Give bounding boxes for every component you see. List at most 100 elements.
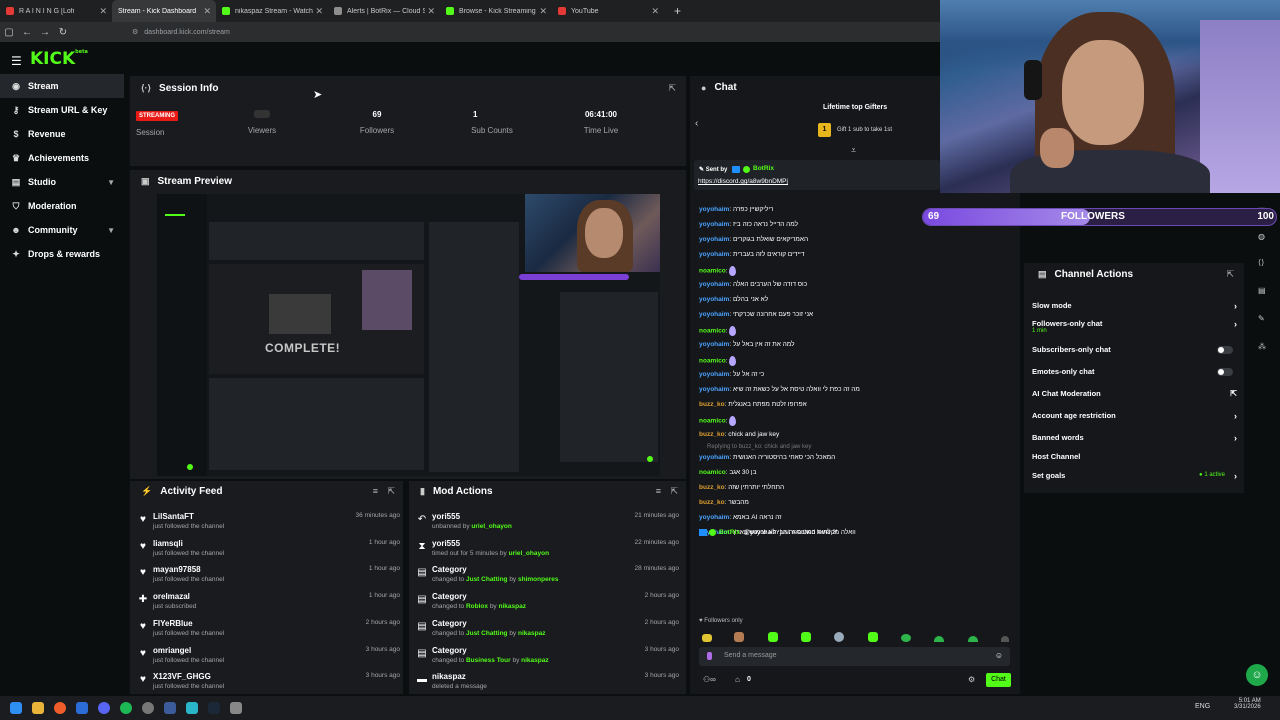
help-chat-button[interactable]: ☺ bbox=[1246, 664, 1268, 686]
spotify-icon[interactable] bbox=[120, 702, 132, 714]
sidebar-item-moderation[interactable]: ⛉ Moderation bbox=[0, 194, 124, 218]
emote-icon[interactable] bbox=[901, 634, 911, 642]
app-icon[interactable] bbox=[186, 702, 198, 714]
emote-picker-icon[interactable] bbox=[707, 652, 712, 660]
new-tab-button[interactable]: + bbox=[674, 4, 681, 18]
rail-nodes-icon[interactable]: ⁂ bbox=[1258, 342, 1266, 351]
mod-action-target[interactable]: Roblox bbox=[466, 603, 488, 610]
activity-username[interactable]: liamsqli bbox=[153, 539, 183, 548]
activity-username[interactable]: mayan97858 bbox=[153, 565, 201, 574]
browser-icon[interactable] bbox=[54, 702, 66, 714]
back-button[interactable]: ← bbox=[18, 27, 36, 38]
kick-logo[interactable]: KICKbeta bbox=[30, 49, 88, 69]
mod-action-moderator[interactable]: shimonperes bbox=[518, 576, 558, 583]
rail-code-icon[interactable]: ⟨⟩ bbox=[1258, 258, 1264, 267]
chat-username[interactable]: noamico bbox=[699, 268, 726, 275]
channel-action-row[interactable]: AI Chat Moderation ⇱ bbox=[1032, 389, 1237, 403]
collapse-icon[interactable]: ⩡ bbox=[851, 145, 856, 156]
channel-action-row[interactable]: Slow mode › bbox=[1032, 301, 1237, 315]
activity-username[interactable]: X123VF_GHGG bbox=[153, 672, 211, 681]
popout-icon[interactable]: ⇱ bbox=[670, 486, 678, 497]
tab-nikaspaz-stream[interactable]: nikaspaz Stream - Watch Live✕ bbox=[216, 0, 328, 22]
chevron-left-icon[interactable]: ‹ bbox=[695, 118, 698, 129]
filter-icon[interactable]: ≡ bbox=[656, 486, 661, 496]
mod-action-moderator[interactable]: nikaspaz bbox=[499, 603, 526, 610]
filter-icon[interactable]: ≡ bbox=[373, 486, 378, 496]
menu-icon[interactable]: ☰ bbox=[11, 54, 22, 68]
language-indicator[interactable]: ENG bbox=[1195, 703, 1210, 710]
app-icon[interactable] bbox=[76, 702, 88, 714]
channel-action-row[interactable]: Emotes-only chat bbox=[1032, 367, 1237, 381]
obs-icon[interactable] bbox=[142, 702, 154, 714]
toggle-switch[interactable] bbox=[1217, 346, 1233, 354]
sidebar-item-stream[interactable]: ◉ Stream bbox=[0, 74, 124, 98]
chat-username[interactable]: noamico bbox=[699, 469, 726, 476]
chat-username[interactable]: yoyohaim bbox=[699, 236, 729, 243]
chat-username[interactable]: yoyohaim bbox=[699, 371, 729, 378]
emote-icon[interactable] bbox=[702, 634, 712, 642]
mod-action-moderator[interactable]: nikaspaz bbox=[521, 657, 548, 664]
channel-action-row[interactable]: Set goals ● 1 active › bbox=[1032, 471, 1237, 485]
chat-username[interactable]: buzz_ko bbox=[699, 431, 725, 438]
channel-action-row[interactable]: Subscribers-only chat bbox=[1032, 345, 1237, 359]
chat-username[interactable]: noamico bbox=[699, 418, 726, 425]
channel-action-row[interactable]: Account age restriction › bbox=[1032, 411, 1237, 425]
sidebar-item-drops-rewards[interactable]: ✦ Drops & rewards bbox=[0, 242, 124, 266]
chat-input-box[interactable]: Send a message ☺ bbox=[699, 647, 1010, 666]
chat-username[interactable]: yoyohaim bbox=[699, 251, 729, 258]
popout-icon[interactable]: ⇱ bbox=[1226, 269, 1234, 280]
windows-start-icon[interactable] bbox=[10, 702, 22, 714]
chat-username[interactable]: yoyohaim bbox=[699, 221, 729, 228]
chat-username[interactable]: yoyohaim bbox=[699, 341, 729, 348]
emote-icon[interactable] bbox=[968, 636, 978, 642]
toggle-switch[interactable] bbox=[1217, 368, 1233, 376]
chat-users-icon[interactable]: ⚇∞ bbox=[703, 675, 716, 684]
sidebar-item-achievements[interactable]: ♛ Achievements bbox=[0, 146, 124, 170]
mod-action-target[interactable]: Just Chatting bbox=[466, 576, 508, 583]
sidebar-item-studio[interactable]: ▤ Studio ▼ bbox=[0, 170, 124, 194]
emote-icon[interactable] bbox=[1001, 636, 1009, 642]
close-icon[interactable]: ✕ bbox=[315, 6, 323, 17]
mod-action-target[interactable]: Business Tour bbox=[466, 657, 511, 664]
rail-grid-icon[interactable]: ▤ bbox=[1258, 286, 1266, 295]
gift-icon[interactable]: ⌂ bbox=[735, 675, 740, 684]
chat-username[interactable]: yoyohaim bbox=[699, 454, 729, 461]
rail-wrench-icon[interactable]: ✎ bbox=[1258, 314, 1265, 323]
chat-username[interactable]: yoyohaim bbox=[699, 311, 729, 318]
chat-send-button[interactable]: Chat bbox=[986, 673, 1011, 687]
reload-button[interactable]: ↻ bbox=[54, 27, 72, 38]
chat-username[interactable]: yoyohaim bbox=[699, 296, 729, 303]
stream-preview-video[interactable]: COMPLETE! bbox=[157, 194, 660, 476]
emote-icon[interactable] bbox=[834, 632, 844, 642]
activity-username[interactable]: LilSantaFT bbox=[153, 512, 194, 521]
chat-username[interactable]: noamico bbox=[699, 358, 726, 365]
popout-icon[interactable]: ⇱ bbox=[668, 83, 676, 94]
chat-username[interactable]: buzz_ko bbox=[699, 499, 725, 506]
chat-username[interactable]: yoyohaim bbox=[699, 281, 729, 288]
emote-icon[interactable] bbox=[868, 632, 878, 642]
emote-icon[interactable] bbox=[768, 632, 778, 642]
steam-icon[interactable] bbox=[208, 702, 220, 714]
close-icon[interactable]: ✕ bbox=[427, 6, 435, 17]
tab-kick-dashboard[interactable]: Stream - Kick Dashboard ✕ bbox=[112, 0, 216, 22]
close-icon[interactable]: ✕ bbox=[203, 6, 211, 17]
emote-icon[interactable] bbox=[801, 632, 811, 642]
chat-username[interactable]: buzz_ko bbox=[699, 484, 725, 491]
pinned-link[interactable]: https://discord.gg/a8w9bnDMPj bbox=[698, 178, 788, 185]
tab-youtube[interactable]: YouTube ✕ bbox=[552, 0, 664, 22]
rail-chat-icon[interactable]: ◍ bbox=[1258, 232, 1265, 241]
app-icon[interactable] bbox=[164, 702, 176, 714]
sidebar-toggle-icon[interactable]: ▢ bbox=[0, 27, 18, 38]
chat-input-placeholder[interactable]: Send a message bbox=[724, 652, 777, 659]
tab-browse-kick[interactable]: Browse - Kick Streaming ✕ bbox=[440, 0, 552, 22]
sidebar-item-revenue[interactable]: $ Revenue bbox=[0, 122, 124, 146]
tab-lofi[interactable]: R A I N I N G [Lofi ✕ bbox=[0, 0, 112, 22]
clock[interactable]: 5:01 AM 3/31/2026 bbox=[1234, 698, 1261, 710]
chat-settings-icon[interactable]: ⚙ bbox=[968, 675, 975, 684]
chat-username[interactable]: yoyohaim bbox=[699, 206, 729, 213]
activity-username[interactable]: orelmazal bbox=[153, 592, 190, 601]
emote-icon[interactable] bbox=[934, 636, 944, 642]
mod-action-moderator[interactable]: nikaspaz bbox=[518, 630, 545, 637]
chat-username[interactable]: yoyohaim bbox=[699, 514, 729, 521]
discord-icon[interactable] bbox=[98, 702, 110, 714]
